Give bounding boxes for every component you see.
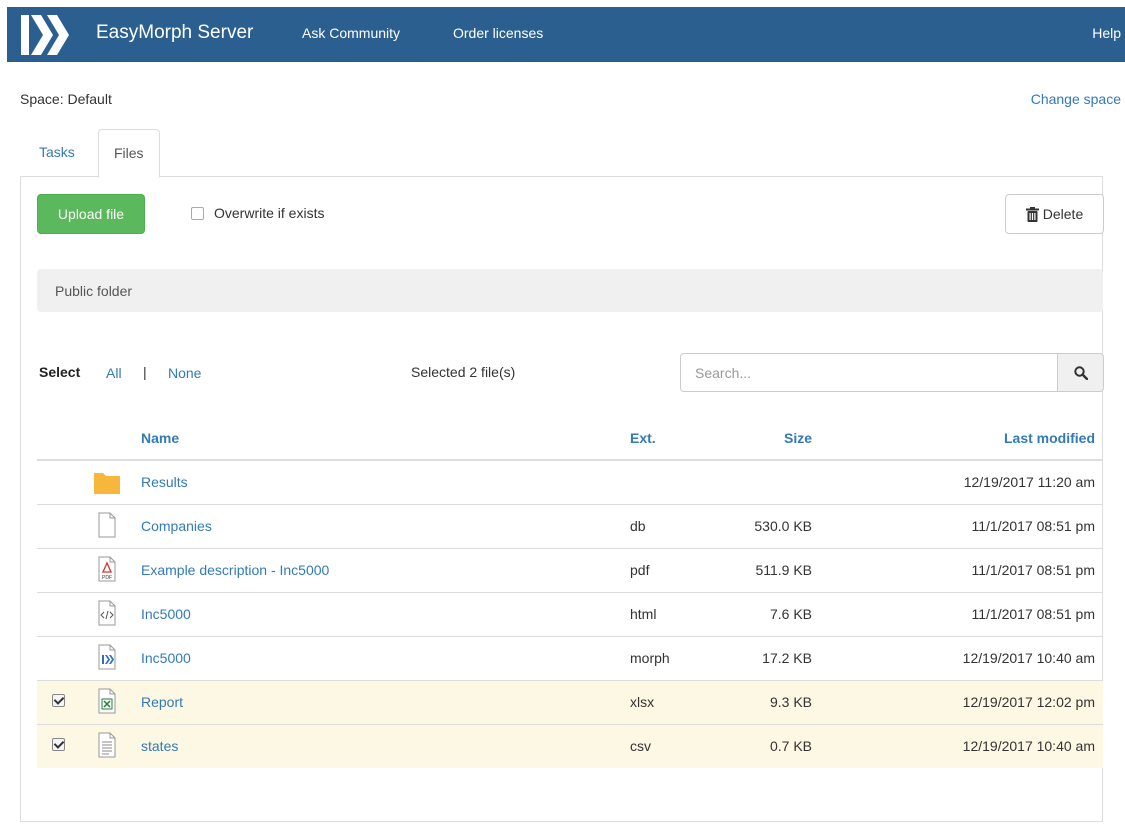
selected-count: Selected 2 file(s): [411, 364, 516, 380]
file-size: 530.0 KB: [715, 503, 820, 548]
file-modified: 12/19/2017 12:02 pm: [820, 679, 1103, 724]
search-icon: [1073, 365, 1088, 380]
brand-name[interactable]: EasyMorph Server: [96, 22, 253, 44]
tab-bar: Tasks Files: [20, 129, 1103, 178]
nav-link-order-licenses[interactable]: Order licenses: [453, 25, 543, 41]
file-modified: 11/1/2017 08:51 pm: [820, 547, 1103, 592]
file-ext: html: [622, 591, 715, 636]
file-name-link[interactable]: Companies: [141, 518, 212, 534]
table-row[interactable]: PDF Example description - Inc5000 pdf 51…: [37, 547, 1103, 592]
row-checkbox[interactable]: [52, 694, 65, 707]
file-modified: 12/19/2017 10:40 am: [820, 723, 1103, 768]
html-file-icon: [98, 600, 116, 625]
file-icon: [98, 512, 116, 537]
table-row[interactable]: Inc5000 morph 17.2 KB 12/19/2017 10:40 a…: [37, 635, 1103, 680]
header-ext[interactable]: Ext.: [622, 416, 715, 461]
file-name-link[interactable]: Report: [141, 694, 183, 710]
table-header-row: Name Ext. Size Last modified: [37, 416, 1103, 461]
upload-file-button[interactable]: Upload file: [37, 194, 145, 234]
file-size: 17.2 KB: [715, 635, 820, 680]
file-modified: 11/1/2017 08:51 pm: [820, 503, 1103, 548]
change-space-link[interactable]: Change space: [1031, 91, 1121, 107]
row-checkbox[interactable]: [52, 738, 65, 752]
overwrite-label: Overwrite if exists: [214, 205, 325, 221]
folder-icon: [94, 472, 120, 494]
select-separator: |: [143, 364, 147, 380]
file-name-link[interactable]: Inc5000: [141, 606, 191, 622]
file-name-link[interactable]: Example description - Inc5000: [141, 562, 329, 578]
file-name-link[interactable]: Inc5000: [141, 650, 191, 666]
header-size[interactable]: Size: [715, 416, 820, 461]
nav-link-ask-community[interactable]: Ask Community: [302, 25, 400, 41]
table-row[interactable]: states csv 0.7 KB 12/19/2017 10:40 am: [37, 723, 1103, 768]
header-name[interactable]: Name: [133, 416, 622, 461]
text-file-icon: [98, 732, 116, 758]
svg-text:PDF: PDF: [102, 575, 112, 581]
file-modified: 12/19/2017 11:20 am: [820, 459, 1103, 504]
overwrite-checkbox[interactable]: [191, 206, 204, 220]
table-row[interactable]: Report xlsx 9.3 KB 12/19/2017 12:02 pm: [37, 679, 1103, 724]
file-name-link[interactable]: Results: [141, 474, 188, 490]
overwrite-option[interactable]: Overwrite if exists: [191, 205, 324, 221]
file-size: 511.9 KB: [715, 547, 820, 592]
search-input[interactable]: [680, 353, 1057, 392]
file-ext: morph: [622, 635, 715, 680]
header-icon-cell: [83, 416, 133, 461]
folder-breadcrumb: Public folder: [37, 269, 1103, 312]
trash-icon: [1025, 206, 1039, 222]
file-size: 7.6 KB: [715, 591, 820, 636]
file-size: 9.3 KB: [715, 679, 820, 724]
file-table: Name Ext. Size Last modified Results 12/…: [37, 416, 1103, 768]
file-ext: [622, 459, 715, 504]
select-none-link[interactable]: None: [168, 365, 201, 381]
delete-label: Delete: [1042, 206, 1084, 222]
delete-button[interactable]: Delete: [1005, 194, 1104, 234]
search-button[interactable]: [1057, 353, 1104, 392]
morph-file-icon: [98, 644, 116, 669]
file-size: 0.7 KB: [715, 723, 820, 768]
header-checkbox-cell: [37, 416, 83, 461]
pdf-file-icon: PDF: [98, 556, 116, 581]
table-row[interactable]: Results 12/19/2017 11:20 am: [37, 459, 1103, 504]
select-all-link[interactable]: All: [106, 365, 122, 381]
file-ext: csv: [622, 723, 715, 768]
file-size: [715, 459, 820, 504]
space-label: Space: Default: [20, 91, 112, 107]
excel-file-icon: [98, 688, 116, 713]
table-row[interactable]: Companies db 530.0 KB 11/1/2017 08:51 pm: [37, 503, 1103, 548]
file-modified: 12/19/2017 10:40 am: [820, 635, 1103, 680]
table-row[interactable]: Inc5000 html 7.6 KB 11/1/2017 08:51 pm: [37, 591, 1103, 636]
file-name-link[interactable]: states: [141, 738, 178, 754]
file-ext: db: [622, 503, 715, 548]
file-modified: 11/1/2017 08:51 pm: [820, 591, 1103, 636]
header-last-modified[interactable]: Last modified: [820, 416, 1103, 461]
file-ext: xlsx: [622, 679, 715, 724]
nav-link-help[interactable]: Help: [1092, 25, 1121, 41]
tab-files[interactable]: Files: [98, 129, 160, 178]
easymorph-logo[interactable]: [19, 13, 75, 57]
search-group: [680, 353, 1104, 392]
top-navbar: EasyMorph Server Ask Community Order lic…: [7, 7, 1125, 62]
file-ext: pdf: [622, 547, 715, 592]
tab-tasks[interactable]: Tasks: [24, 129, 90, 177]
select-label: Select: [39, 364, 81, 380]
